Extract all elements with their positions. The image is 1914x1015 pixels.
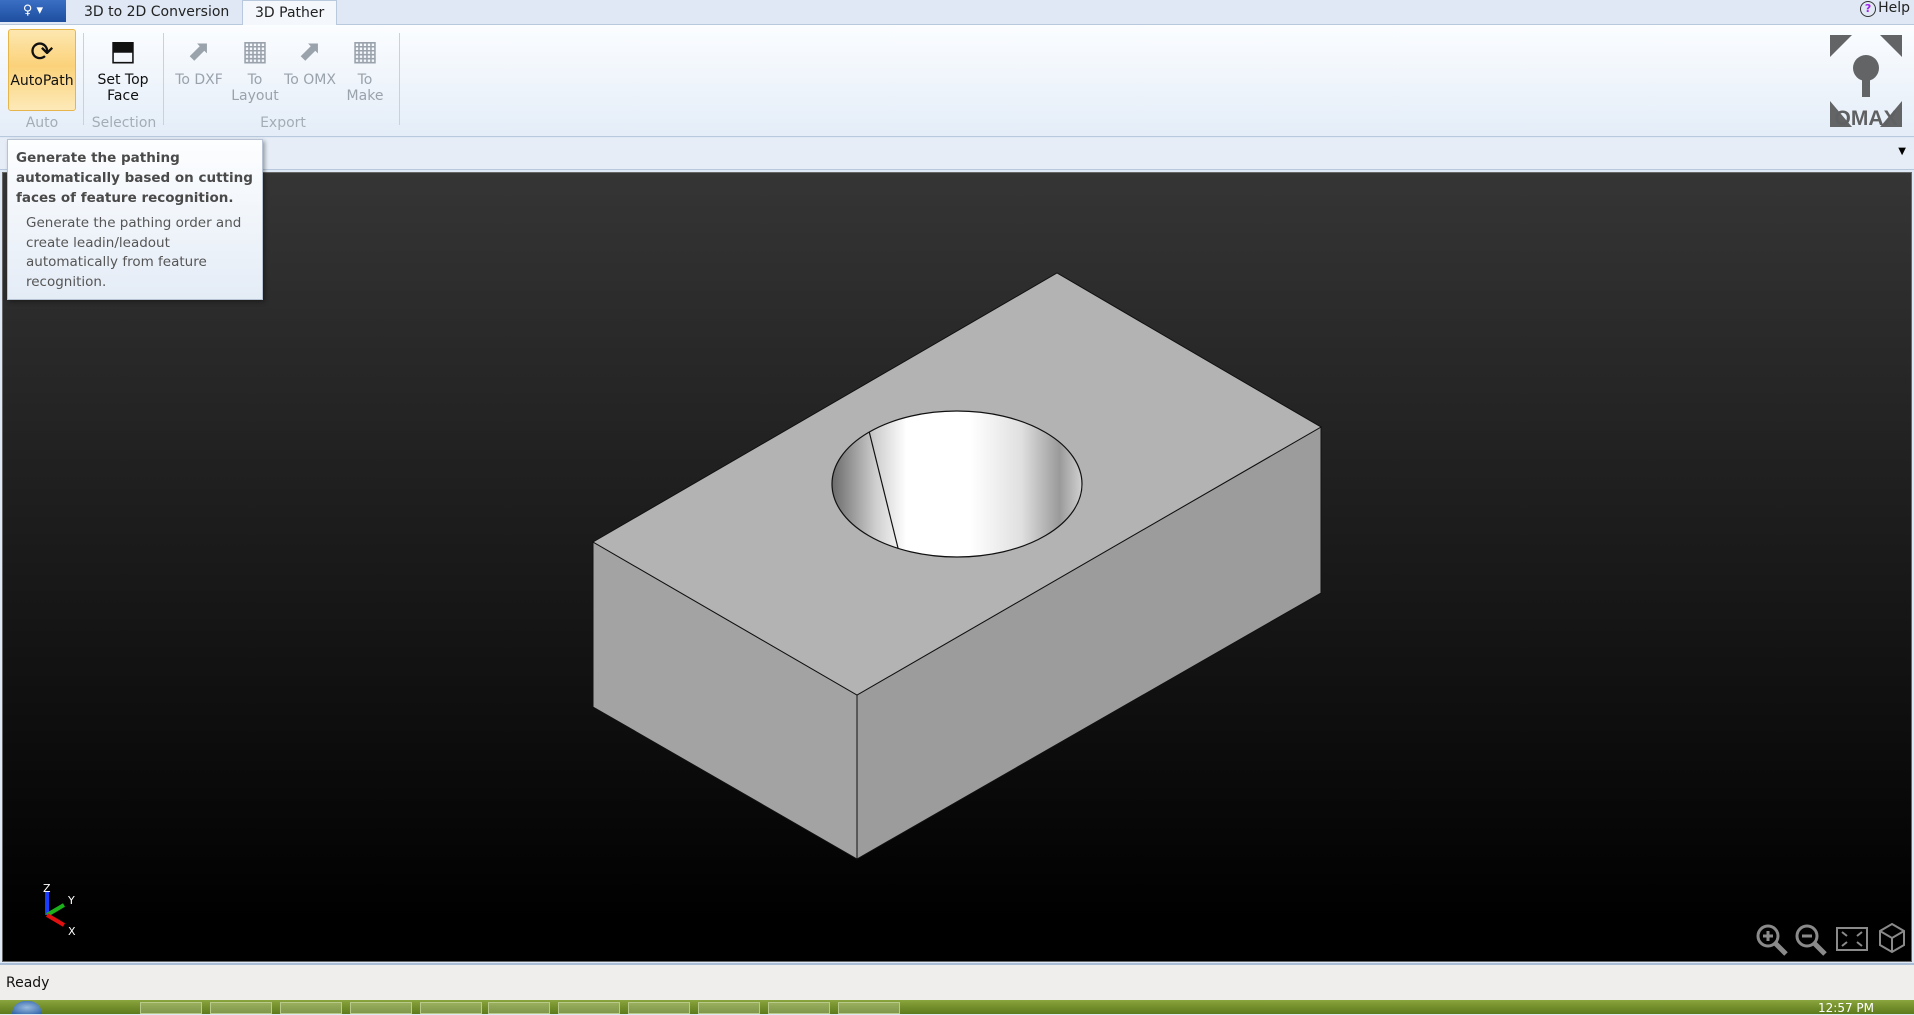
taskbar-app[interactable] bbox=[558, 1002, 620, 1014]
3d-viewport[interactable] bbox=[2, 172, 1912, 962]
taskbar-app[interactable] bbox=[350, 1002, 412, 1014]
taskbar-app[interactable] bbox=[280, 1002, 342, 1014]
export-icon: ⬈ bbox=[298, 34, 322, 67]
taskbar-app[interactable] bbox=[488, 1002, 550, 1014]
windows-taskbar: 12:57 PM bbox=[0, 1000, 1914, 1015]
autopath-icon: ⟳ bbox=[30, 35, 54, 68]
separator bbox=[83, 33, 84, 125]
autopath-label: AutoPath bbox=[10, 73, 74, 89]
to-dxf-label: To DXF bbox=[175, 72, 223, 88]
set-top-face-button[interactable]: ⬒ Set Top Face bbox=[88, 29, 158, 111]
separator bbox=[399, 33, 400, 125]
taskbar-app[interactable] bbox=[768, 1002, 830, 1014]
autopath-tooltip: Generate the pathing automatically based… bbox=[7, 139, 263, 300]
taskbar-app[interactable] bbox=[210, 1002, 272, 1014]
tab-3d-pather[interactable]: 3D Pather bbox=[242, 0, 338, 25]
to-make-label: To Make bbox=[346, 72, 384, 104]
group-label-export: Export bbox=[260, 115, 306, 131]
to-dxf-button[interactable]: ⬈ To DXF bbox=[172, 29, 226, 111]
ribbon-tab-bar: ♀ ▾ 3D to 2D Conversion 3D Pather ? Help bbox=[0, 0, 1914, 25]
export-icon: ⬈ bbox=[187, 34, 211, 67]
help-icon: ? bbox=[1860, 1, 1877, 17]
ribbon: ⟳ AutoPath Auto ⬒ Set Top Face Selection ⬈… bbox=[0, 25, 1914, 137]
to-layout-button[interactable]: ▦ To Layout bbox=[228, 29, 282, 111]
clock[interactable]: 12:57 PM bbox=[1818, 1001, 1874, 1015]
dropdown-arrow-icon[interactable]: ▼ bbox=[1898, 146, 1906, 157]
to-omx-label: To OMX bbox=[284, 72, 336, 88]
application-menu-button[interactable]: ♀ ▾ bbox=[0, 0, 66, 22]
tab-3d-to-2d-conversion[interactable]: 3D to 2D Conversion bbox=[72, 0, 241, 25]
taskbar-app[interactable] bbox=[140, 1002, 202, 1014]
taskbar-app[interactable] bbox=[420, 1002, 482, 1014]
tooltip-description: Generate the pathing order and create le… bbox=[26, 215, 242, 290]
secondary-toolbar: ▼ bbox=[0, 138, 1914, 170]
to-omx-button[interactable]: ⬈ To OMX bbox=[283, 29, 337, 111]
status-text: Ready bbox=[6, 975, 50, 991]
cube-icon: ⬒ bbox=[109, 34, 137, 67]
help-label: Help bbox=[1878, 0, 1910, 16]
separator bbox=[163, 33, 164, 125]
taskbar-app[interactable] bbox=[838, 1002, 900, 1014]
taskbar-app[interactable] bbox=[628, 1002, 690, 1014]
omax-logo-text: OMAX bbox=[1834, 107, 1898, 130]
start-button[interactable] bbox=[12, 1001, 42, 1014]
make-icon: ▦ bbox=[351, 34, 379, 67]
group-label-auto: Auto bbox=[25, 115, 59, 131]
to-make-button[interactable]: ▦ To Make bbox=[338, 29, 392, 111]
set-top-face-label: Set Top Face bbox=[97, 72, 149, 104]
autopath-button[interactable]: ⟳ AutoPath bbox=[8, 29, 76, 111]
layout-icon: ▦ bbox=[241, 34, 269, 67]
taskbar-app[interactable] bbox=[698, 1002, 760, 1014]
help-button[interactable]: ? Help bbox=[1860, 0, 1910, 17]
status-bar: Ready bbox=[0, 963, 1914, 1000]
group-label-selection: Selection bbox=[91, 115, 157, 131]
tooltip-title: Generate the pathing automatically based… bbox=[16, 150, 253, 206]
to-layout-label: To Layout bbox=[231, 72, 279, 104]
